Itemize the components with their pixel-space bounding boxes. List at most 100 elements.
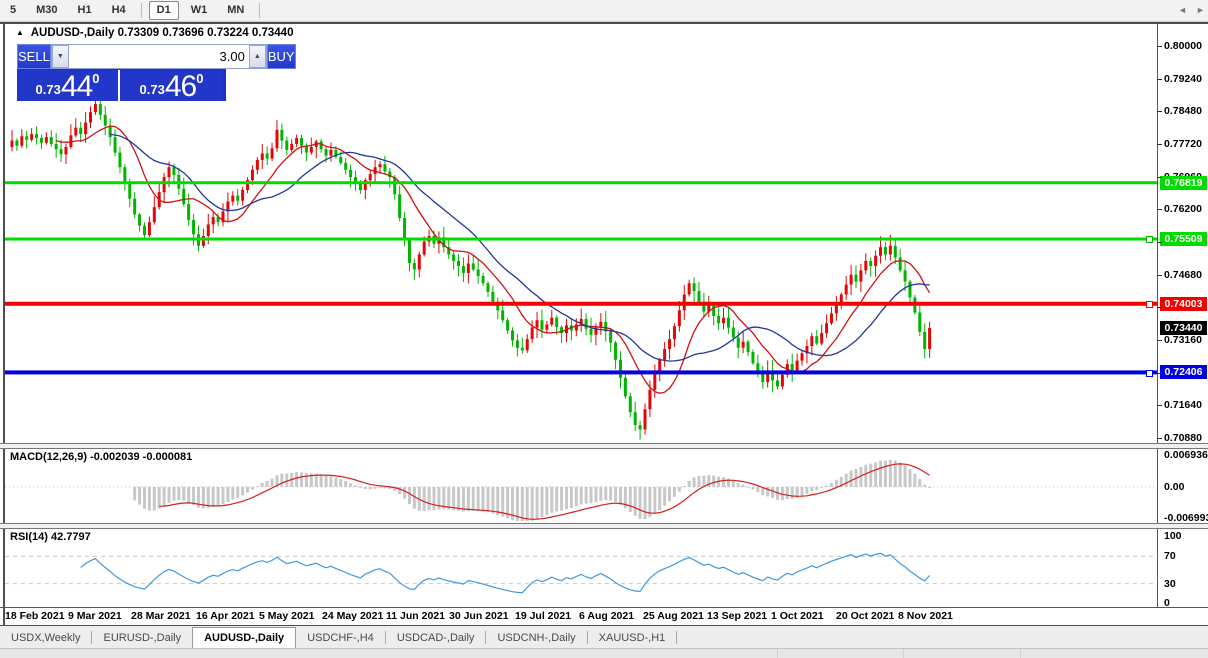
chart-symbol-header: ▲ AUDUSD-,Daily 0.73309 0.73696 0.73224 … (16, 27, 293, 39)
candle-up (467, 263, 470, 272)
macd-histogram-bar (344, 481, 347, 487)
macd-histogram-bar (742, 485, 745, 487)
candle-down (747, 342, 750, 352)
candle-down (923, 332, 926, 349)
line-handle[interactable] (1146, 370, 1153, 377)
macd-histogram-bar (540, 487, 543, 517)
volume-increase-icon[interactable]: ▲ (249, 45, 266, 68)
date-tick: 13 Sep 2021 (707, 610, 767, 622)
buy-button[interactable]: BUY (267, 44, 296, 69)
tab-scroll-right-icon[interactable]: ► (1196, 5, 1205, 15)
tab-usdchf-h4[interactable]: USDCHF-,H4 (296, 629, 385, 648)
support-level-tag[interactable]: 0.72406 (1160, 365, 1207, 379)
macd-histogram-bar (462, 487, 465, 512)
resistance-level-tag[interactable]: 0.76819 (1160, 176, 1207, 190)
tab-usdcad-daily[interactable]: USDCAD-,Daily (386, 629, 486, 648)
macd-histogram-bar (379, 487, 382, 488)
timeframe-h4-button[interactable]: H4 (104, 1, 134, 20)
horizontal-level-line[interactable] (5, 238, 1157, 241)
macd-histogram-bar (231, 487, 234, 500)
timeframe-m30-button[interactable]: M30 (28, 1, 65, 20)
candle-down (462, 266, 465, 273)
macd-histogram-bar (644, 487, 647, 519)
macd-histogram-bar (241, 487, 244, 495)
macd-histogram-bar (271, 479, 274, 487)
macd-histogram-bar (751, 487, 754, 490)
candle-up (648, 390, 651, 409)
macd-histogram-bar (334, 478, 337, 487)
timeframe-h1-button[interactable]: H1 (70, 1, 100, 20)
macd-histogram-bar (295, 472, 298, 487)
axis-tick-mark (1157, 144, 1162, 145)
timeframe-m5-button[interactable]: 5 (2, 1, 24, 20)
macd-histogram-bar (246, 487, 249, 493)
collapse-panel-icon[interactable]: ▲ (16, 28, 24, 37)
macd-tick: -0.006993 (1164, 511, 1208, 525)
macd-histogram-bar (825, 485, 828, 486)
candle-up (20, 136, 23, 145)
candle-down (894, 246, 897, 258)
macd-histogram-bar (177, 487, 180, 500)
tab-xauusd-h1[interactable]: XAUUSD-,H1 (588, 629, 677, 648)
macd-histogram-bar (261, 483, 264, 487)
horizontal-level-line[interactable] (5, 181, 1157, 184)
resistance-level-tag[interactable]: 0.75509 (1160, 232, 1207, 246)
horizontal-level-line[interactable] (5, 302, 1157, 306)
sell-button[interactable]: SELL (17, 44, 51, 69)
line-handle[interactable] (1146, 301, 1153, 308)
price-tick: 0.71640 (1164, 398, 1208, 412)
macd-histogram-bar (408, 487, 411, 504)
pane-separator[interactable] (0, 443, 1208, 449)
timeframe-w1-button[interactable]: W1 (183, 1, 216, 20)
macd-histogram-bar (457, 487, 460, 511)
candle-down (15, 141, 18, 146)
candle-down (393, 177, 396, 194)
candle-down (285, 141, 288, 150)
timeframe-d1-button[interactable]: D1 (149, 1, 179, 20)
pivot-level-tag[interactable]: 0.74003 (1160, 297, 1207, 311)
price-tick: 0.77720 (1164, 137, 1208, 151)
tab-scroll-left-icon[interactable]: ◄ (1178, 5, 1187, 15)
volume-input[interactable] (69, 45, 249, 68)
candle-down (609, 331, 612, 342)
candle-down (280, 130, 283, 141)
buy-price-prefix: 0.73 (140, 80, 165, 100)
macd-histogram-bar (172, 487, 175, 501)
date-tick: 19 Jul 2021 (515, 610, 571, 622)
candle-down (590, 329, 593, 335)
horizontal-level-line[interactable] (5, 370, 1157, 374)
line-handle[interactable] (1146, 236, 1153, 243)
candle-down (629, 396, 632, 412)
macd-histogram-bar (619, 487, 622, 505)
trading-terminal: 5 M30 H1 H4 D1 W1 MN ▲ AUDUSD-,Daily 0.7… (0, 0, 1208, 658)
tab-eurusd-daily[interactable]: EURUSD-,Daily (92, 629, 192, 648)
price-tick: 0.73160 (1164, 333, 1208, 347)
timeframe-mn-button[interactable]: MN (219, 1, 252, 20)
volume-decrease-icon[interactable]: ▼ (52, 45, 69, 68)
tab-usdcnh-daily[interactable]: USDCNH-,Daily (486, 629, 586, 648)
macd-histogram-bar (325, 476, 328, 487)
macd-histogram-bar (918, 479, 921, 487)
pane-separator[interactable] (0, 523, 1208, 529)
macd-histogram-bar (521, 487, 524, 521)
tab-audusd-daily[interactable]: AUDUSD-,Daily (192, 627, 296, 648)
rsi-indicator-pane[interactable] (5, 529, 1157, 607)
sell-price-display[interactable]: 0.73 44 0 (17, 70, 120, 101)
macd-histogram-bar (285, 473, 288, 486)
candle-up (148, 222, 151, 235)
candle-down (899, 257, 902, 270)
candle-down (349, 170, 352, 177)
macd-histogram-bar (702, 476, 705, 487)
candle-down (192, 220, 195, 234)
macd-tick: 0.00 (1164, 480, 1208, 494)
rsi-line (81, 553, 930, 592)
rsi-tick: 70 (1164, 549, 1208, 563)
tab-usdx-weekly[interactable]: USDX,Weekly (0, 629, 91, 648)
candle-down (133, 199, 136, 215)
axis-tick-mark (1157, 46, 1162, 47)
candle-up (928, 328, 931, 349)
buy-price-display[interactable]: 0.73 46 0 (120, 70, 223, 101)
volume-stepper: ▼ ▲ (51, 44, 267, 69)
candle-up (526, 339, 529, 350)
macd-histogram-bar (187, 487, 190, 503)
